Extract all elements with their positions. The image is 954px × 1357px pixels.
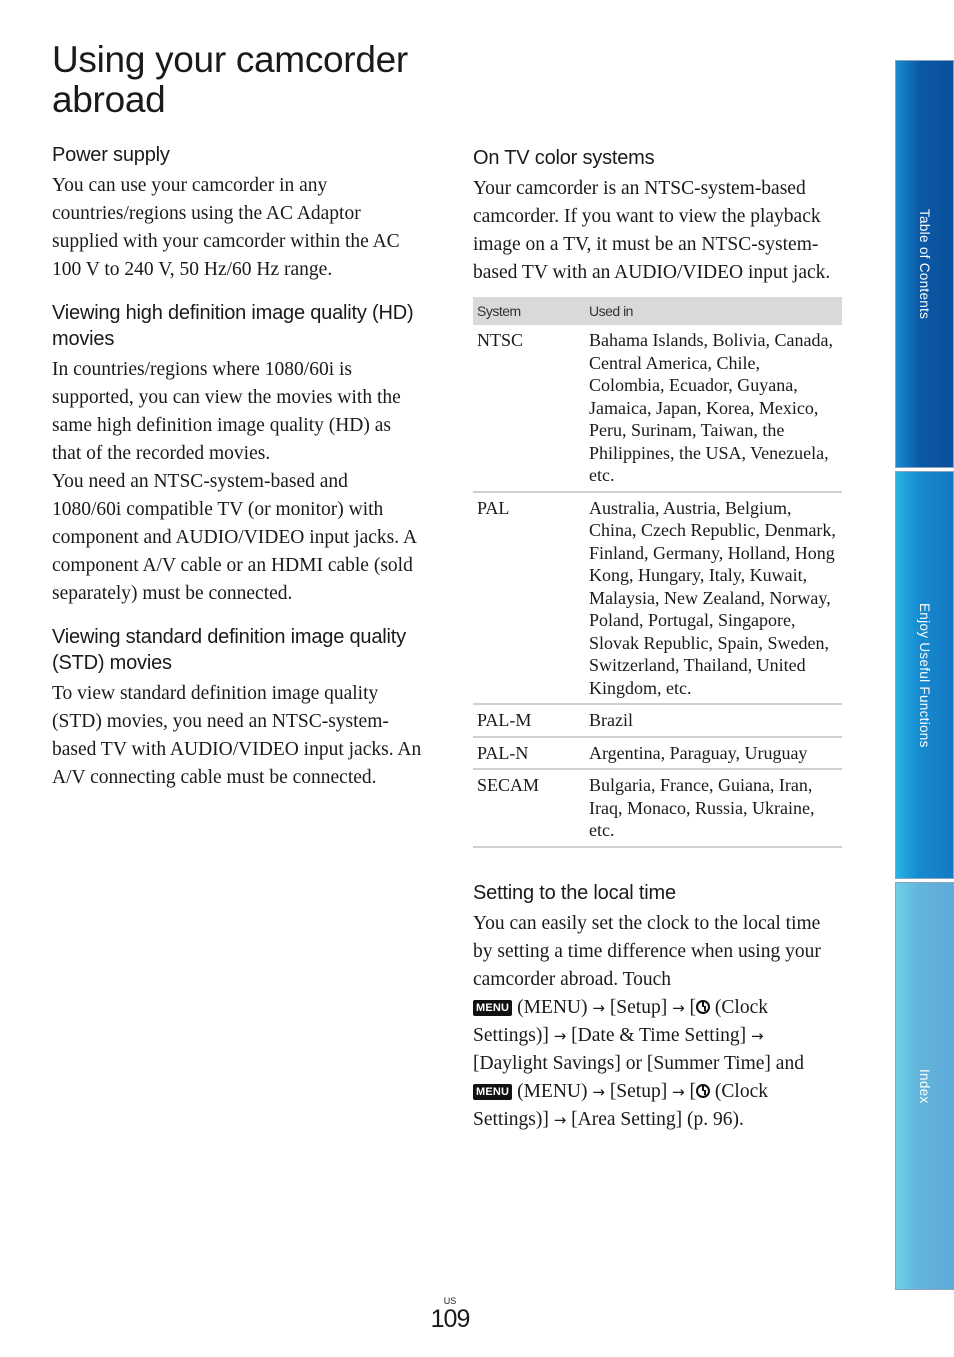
section-heading: Viewing standard definition image qualit…	[52, 626, 406, 674]
used-in-cell: Australia, Austria, Belgium, China, Czec…	[585, 491, 842, 705]
daylight-text: [Daylight Savings] or [Summer Time] and	[473, 1052, 804, 1074]
table-row: PAL-N Argentina, Paraguay, Uruguay	[473, 736, 842, 770]
menu-text: (MENU)	[517, 1080, 588, 1102]
header-used-in: Used in	[585, 297, 842, 325]
table-row: NTSC Bahama Islands, Bolivia, Canada, Ce…	[473, 325, 842, 493]
system-cell: SECAM	[473, 769, 585, 848]
tab-enjoy-useful-functions[interactable]: Enjoy Useful Functions	[895, 471, 954, 879]
section-heading: Power supply	[52, 144, 170, 166]
used-in-cell: Bahama Islands, Bolivia, Canada, Central…	[585, 325, 842, 493]
tab-table-of-contents[interactable]: Table of Contents	[895, 60, 954, 468]
clock-icon	[696, 1083, 711, 1098]
system-cell: PAL-M	[473, 704, 585, 738]
clock-icon	[696, 999, 711, 1014]
power-supply-section: Power supply You can use your camcorder …	[52, 142, 422, 284]
page-number: US 109	[430, 1296, 471, 1333]
section-heading: On TV color systems	[473, 147, 655, 169]
arrow-right-icon: →	[592, 1082, 605, 1101]
arrow-right-icon: →	[672, 1082, 685, 1101]
used-in-cell: Brazil	[585, 704, 842, 738]
table-row: SECAM Bulgaria, France, Guiana, Iran, Ir…	[473, 769, 842, 848]
color-systems-table: System Used in NTSC Bahama Islands, Boli…	[473, 297, 842, 848]
arrow-right-icon: →	[553, 1026, 567, 1045]
header-system: System	[473, 297, 585, 325]
left-column: Power supply You can use your camcorder …	[52, 142, 422, 808]
section-paragraph: You can easily set the clock to the loca…	[473, 910, 843, 1134]
tab-index[interactable]: Index	[895, 882, 954, 1290]
date-time-text: [Date & Time Setting]	[571, 1024, 747, 1046]
tab-label: Index	[917, 1068, 932, 1104]
setup-text: [Setup]	[609, 1080, 668, 1102]
sidebar-nav: Table of Contents Enjoy Useful Functions…	[895, 60, 954, 1290]
std-movies-section: Viewing standard definition image qualit…	[52, 624, 422, 792]
section-paragraph: You need an NTSC-system-based and 1080/6…	[52, 471, 416, 604]
page-title: Using your camcorder abroad	[52, 39, 408, 120]
intro-text: You can easily set the clock to the loca…	[473, 912, 821, 990]
section-paragraph: To view standard definition image qualit…	[52, 683, 422, 788]
section-paragraph: Your camcorder is an NTSC-system-based c…	[473, 178, 831, 283]
menu-text: (MENU)	[517, 996, 588, 1018]
used-in-cell: Bulgaria, France, Guiana, Iran, Iraq, Mo…	[585, 769, 842, 848]
menu-icon: MENU	[473, 1083, 513, 1100]
system-cell: NTSC	[473, 325, 585, 493]
section-paragraph: In countries/regions where 1080/60i is s…	[52, 359, 401, 464]
tab-label: Table of Contents	[917, 208, 932, 320]
tab-label: Enjoy Useful Functions	[917, 602, 932, 748]
right-column: On TV color systems Your camcorder is an…	[473, 145, 843, 1134]
menu-icon: MENU	[473, 999, 513, 1016]
arrow-right-icon: →	[672, 998, 685, 1017]
local-time-section: Setting to the local time You can easily…	[473, 880, 843, 1134]
system-cell: PAL	[473, 491, 585, 705]
hd-movies-section: Viewing high definition image quality (H…	[52, 300, 422, 608]
arrow-right-icon: →	[553, 1110, 567, 1129]
system-cell: PAL-N	[473, 736, 585, 770]
setup-text: [Setup]	[609, 996, 668, 1018]
tv-color-systems-section: On TV color systems Your camcorder is an…	[473, 145, 843, 848]
table-row: PAL-M Brazil	[473, 704, 842, 738]
section-heading: Setting to the local time	[473, 881, 676, 904]
area-setting-text: [Area Setting] (p. 96).	[571, 1108, 744, 1130]
arrow-right-icon: →	[751, 1026, 764, 1045]
section-heading: Viewing high definition image quality (H…	[52, 302, 414, 350]
arrow-right-icon: →	[592, 998, 605, 1017]
page-number-value: 109	[430, 1305, 471, 1333]
section-paragraph: You can use your camcorder in any countr…	[52, 175, 400, 280]
table-header-row: System Used in	[473, 297, 842, 325]
used-in-cell: Argentina, Paraguay, Uruguay	[585, 736, 842, 770]
table-row: PAL Australia, Austria, Belgium, China, …	[473, 491, 842, 705]
